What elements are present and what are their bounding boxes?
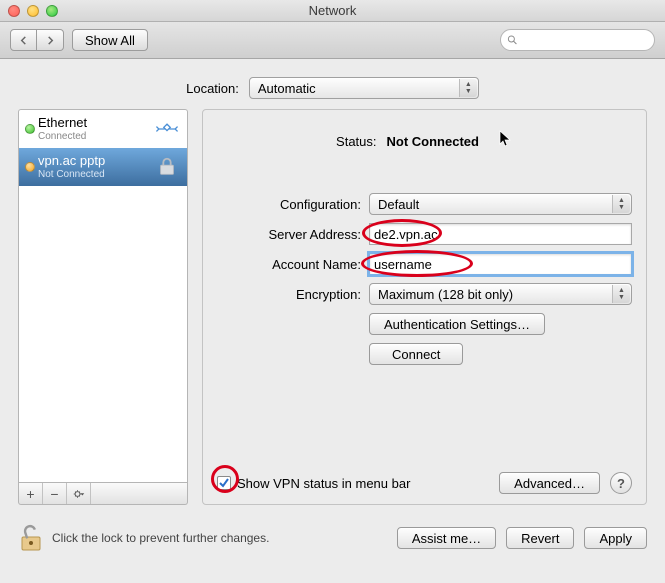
revert-button[interactable]: Revert (506, 527, 574, 549)
show-vpn-status-checkbox[interactable] (217, 476, 231, 490)
assist-me-button[interactable]: Assist me… (397, 527, 496, 549)
window-controls (8, 5, 58, 17)
chevron-left-icon (19, 36, 28, 45)
show-all-button[interactable]: Show All (72, 29, 148, 51)
configuration-select[interactable]: Default ▲▼ (369, 193, 632, 215)
auth-button-row: Authentication Settings… (217, 313, 632, 335)
configuration-row: Configuration: Default ▲▼ (217, 193, 632, 215)
location-select[interactable]: Automatic ▲▼ (249, 77, 479, 99)
account-name-row: Account Name: (217, 253, 632, 275)
search-icon (507, 34, 518, 46)
account-name-label: Account Name: (217, 257, 369, 272)
encryption-label: Encryption: (217, 287, 369, 302)
titlebar: Network (0, 0, 665, 22)
service-list: Ethernet Connected vpn.ac pptp Not Conne… (18, 109, 188, 483)
chevron-updown-icon: ▲▼ (459, 79, 477, 97)
service-status: Not Connected (38, 169, 150, 180)
detail-bottom-row: Show VPN status in menu bar Advanced… ? (217, 472, 632, 494)
remove-service-button[interactable]: − (43, 483, 67, 504)
connect-button[interactable]: Connect (369, 343, 463, 365)
footer: Click the lock to prevent further change… (0, 511, 665, 567)
connect-button-row: Connect (217, 343, 632, 365)
server-address-label: Server Address: (217, 227, 369, 242)
apply-button[interactable]: Apply (584, 527, 647, 549)
configuration-value: Default (378, 197, 419, 212)
content-area: Ethernet Connected vpn.ac pptp Not Conne… (0, 109, 665, 511)
toolbar: Show All (0, 22, 665, 59)
search-input[interactable] (522, 33, 648, 47)
service-name: Ethernet (38, 116, 150, 130)
help-button[interactable]: ? (610, 472, 632, 494)
nav-group (10, 29, 64, 51)
service-item-vpn[interactable]: vpn.ac pptp Not Connected (19, 148, 187, 186)
encryption-row: Encryption: Maximum (128 bit only) ▲▼ (217, 283, 632, 305)
location-label: Location: (186, 81, 239, 96)
advanced-button[interactable]: Advanced… (499, 472, 600, 494)
authentication-settings-button[interactable]: Authentication Settings… (369, 313, 545, 335)
forward-button[interactable] (37, 29, 64, 51)
status-dot-green (25, 124, 35, 134)
sidebar: Ethernet Connected vpn.ac pptp Not Conne… (18, 109, 188, 505)
close-button[interactable] (8, 5, 20, 17)
sidebar-toolbar: + − (18, 483, 188, 505)
cursor-icon (499, 130, 513, 153)
service-actions-button[interactable] (67, 483, 91, 504)
status-value: Not Connected (387, 134, 479, 149)
back-button[interactable] (10, 29, 37, 51)
location-row: Location: Automatic ▲▼ (0, 59, 665, 109)
encryption-select[interactable]: Maximum (128 bit only) ▲▼ (369, 283, 632, 305)
service-item-ethernet[interactable]: Ethernet Connected (19, 110, 187, 148)
server-address-row: Server Address: (217, 223, 632, 245)
lock-icon (153, 154, 181, 180)
check-icon (218, 477, 230, 489)
detail-panel: Status: Not Connected Configuration: Def… (202, 109, 647, 505)
location-value: Automatic (258, 81, 316, 96)
service-name: vpn.ac pptp (38, 154, 150, 168)
configuration-label: Configuration: (217, 197, 369, 212)
server-address-input[interactable] (369, 223, 632, 245)
show-vpn-status-label: Show VPN status in menu bar (237, 476, 410, 491)
window-title: Network (0, 3, 665, 18)
zoom-button[interactable] (46, 5, 58, 17)
search-field[interactable] (500, 29, 655, 51)
ethernet-icon (153, 116, 181, 142)
minimize-button[interactable] (27, 5, 39, 17)
service-status: Connected (38, 131, 150, 142)
encryption-value: Maximum (128 bit only) (378, 287, 513, 302)
lock-help-text: Click the lock to prevent further change… (52, 531, 269, 545)
footer-buttons: Assist me… Revert Apply (397, 527, 647, 549)
chevron-right-icon (46, 36, 55, 45)
status-dot-orange (25, 162, 35, 172)
chevron-updown-icon: ▲▼ (612, 195, 630, 213)
gear-icon (70, 488, 88, 500)
status-label: Status: (336, 134, 376, 149)
status-row: Status: Not Connected (217, 124, 632, 193)
lock-open-icon[interactable] (18, 523, 44, 553)
account-name-input[interactable] (369, 253, 632, 275)
chevron-updown-icon: ▲▼ (612, 285, 630, 303)
add-service-button[interactable]: + (19, 483, 43, 504)
